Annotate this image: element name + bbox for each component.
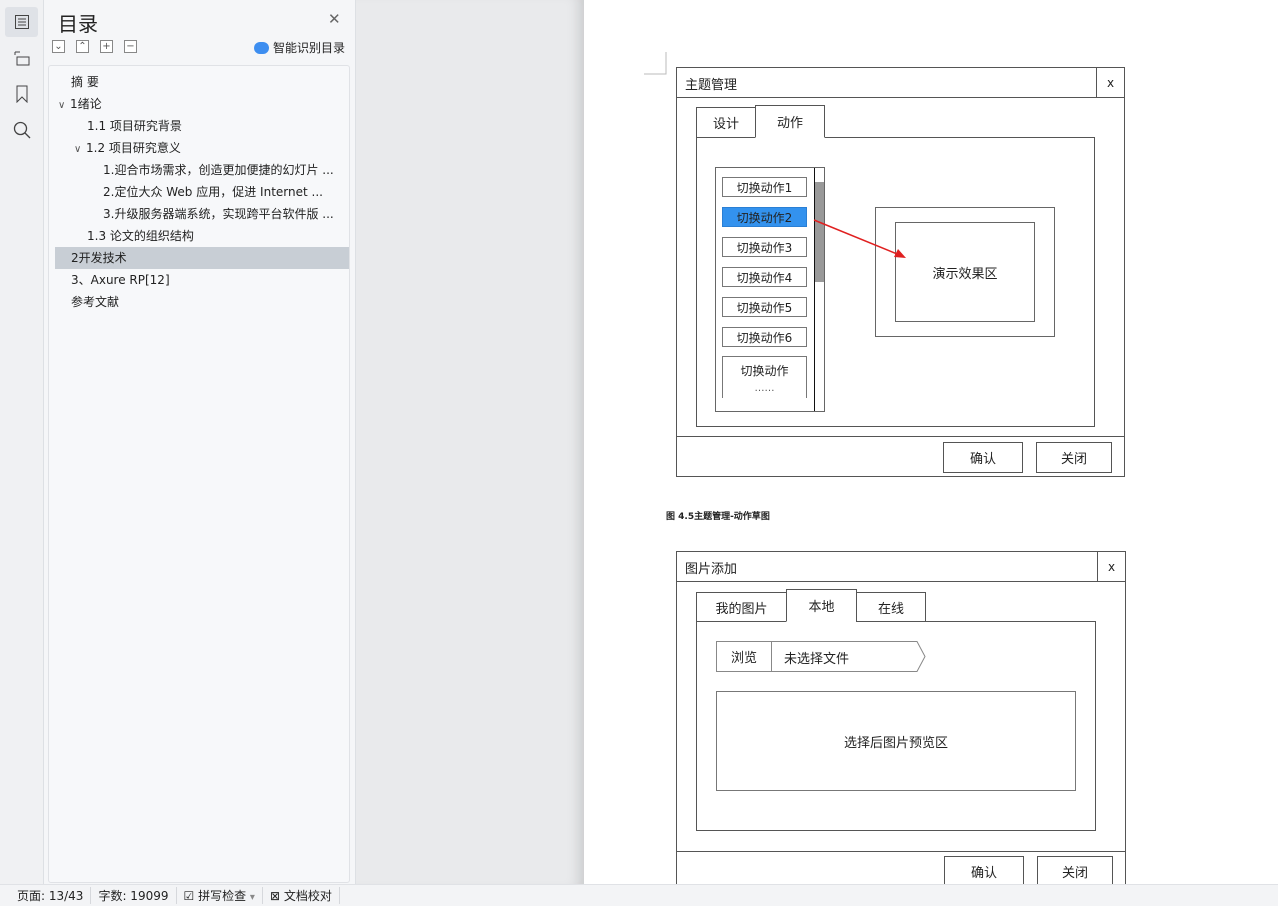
toc-item-label: 1.3 论文的组织结构	[87, 229, 194, 243]
arrow-icon	[813, 219, 906, 258]
word-count[interactable]: 字数: 19099	[91, 887, 177, 904]
chevron-down-icon[interactable]: ∨	[58, 95, 70, 117]
tab-label: 在线	[877, 601, 904, 617]
image-dialog-titlebar	[676, 551, 1126, 582]
toc-tree: 摘 要 ∨ 1绪论 1.1 项目研究背景 ∨ 1.2 项目研究意义 1.迎合市场需求，创造更…	[48, 65, 350, 883]
file-field-text: 未选择文件	[784, 651, 850, 666]
toc-item-label: 3.升级服务器端系统，实现跨平台软件版 ...	[103, 207, 334, 221]
action-item[interactable]: 切换动作4	[722, 267, 807, 287]
toc-item[interactable]: 3.升级服务器端系统，实现跨平台软件版 ...	[49, 203, 343, 225]
confirm-button[interactable]: 确认	[943, 442, 1023, 473]
tab-online[interactable]: 在线	[856, 592, 926, 622]
tab-local[interactable]: 本地	[786, 589, 857, 622]
chevron-down-icon[interactable]: ∨	[74, 139, 86, 161]
toc-panel: 目录 ✕ ⌄ ⌃ + − 智能识别目录 摘 要 ∨ 1绪论 1.1 项目研究背景 ∨ 1.…	[44, 0, 356, 884]
spell-check-label: 拼写检查	[198, 889, 247, 903]
toc-item[interactable]: ∨ 1.2 项目研究意义	[49, 137, 343, 159]
button-label: 浏览	[730, 651, 757, 666]
toc-item[interactable]: 1.1 项目研究背景	[49, 115, 343, 137]
toc-item-label: 1.1 项目研究背景	[87, 119, 182, 133]
item-label: 切换动作	[740, 364, 789, 378]
action-item[interactable]: 切换动作6	[722, 327, 807, 347]
side-icon-bar	[0, 0, 44, 884]
dialog-title: 图片添加	[685, 561, 738, 576]
action-item[interactable]: 切换动作2	[722, 207, 807, 227]
image-preview-area: 选择后图片预览区	[716, 691, 1076, 791]
close-dialog-button[interactable]: 关闭	[1036, 442, 1112, 473]
proofread-label: 文档校对	[283, 889, 332, 903]
smart-toc-label: 智能识别目录	[273, 41, 346, 55]
dialog-title: 主题管理	[685, 77, 738, 92]
smart-toc-button[interactable]: 智能识别目录	[254, 39, 345, 56]
toc-item-label: 1绪论	[70, 97, 102, 111]
remove-level-button[interactable]: −	[124, 40, 137, 53]
toc-item[interactable]: ∨ 1绪论	[49, 93, 343, 115]
footer-divider	[676, 851, 1126, 852]
toc-item[interactable]: 1.3 论文的组织结构	[49, 225, 343, 247]
page-gutter	[356, 0, 584, 884]
preview-label: 选择后图片预览区	[843, 735, 948, 751]
toc-item[interactable]: 2开发技术	[55, 247, 349, 269]
toc-item-label: 2.定位大众 Web 应用，促进 Internet ...	[103, 185, 323, 199]
close-label: x	[1106, 75, 1115, 90]
spell-check-button[interactable]: ☑ 拼写检查 ▾	[177, 887, 263, 904]
toc-item[interactable]: 参考文献	[49, 291, 343, 313]
close-label: x	[1107, 559, 1116, 574]
button-label: 确认	[970, 866, 997, 881]
toc-item-label: 1.迎合市场需求，创造更加便捷的幻灯片 ...	[103, 163, 334, 177]
footer-divider	[676, 436, 1125, 437]
button-label: 确认	[969, 452, 996, 467]
button-label: 关闭	[1060, 452, 1087, 467]
expand-up-button[interactable]: ⌃	[76, 40, 89, 53]
search-icon[interactable]	[5, 115, 38, 145]
proofread-button[interactable]: ⊠ 文档校对	[263, 887, 340, 904]
tab-design[interactable]: 设计	[696, 107, 756, 138]
outline-icon[interactable]	[5, 43, 38, 73]
tab-my-images[interactable]: 我的图片	[696, 592, 787, 622]
browse-button[interactable]: 浏览	[716, 641, 772, 672]
toc-item[interactable]: 摘 要	[49, 71, 343, 93]
toc-item[interactable]: 2.定位大众 Web 应用，促进 Internet ...	[49, 181, 343, 203]
tab-label: 我的图片	[715, 601, 768, 617]
bookmark-icon[interactable]	[5, 79, 38, 109]
toc-item-label: 参考文献	[71, 295, 120, 309]
close-button[interactable]: x	[1097, 551, 1126, 582]
figure-caption: 图 4.5主题管理-动作草图	[666, 512, 770, 522]
toc-item[interactable]: 3、Axure RP[12]	[49, 269, 343, 291]
toc-item-label: 1.2 项目研究意义	[86, 141, 181, 155]
tab-action[interactable]: 动作	[755, 105, 825, 138]
theme-dialog-titlebar	[676, 67, 1125, 98]
toc-item-label: 摘 要	[71, 75, 99, 89]
preview-label: 演示效果区	[932, 266, 998, 282]
close-dialog-button[interactable]: 关闭	[1037, 856, 1113, 887]
button-label: 关闭	[1061, 866, 1088, 881]
confirm-button[interactable]: 确认	[944, 856, 1024, 887]
ai-icon	[254, 41, 269, 54]
toc-icon[interactable]	[5, 7, 38, 37]
toc-item-label: 3、Axure RP[12]	[71, 273, 170, 287]
page-count[interactable]: 页面: 13/43	[10, 887, 92, 904]
add-level-button[interactable]: +	[100, 40, 113, 53]
action-item-more[interactable]: 切换动作 ……	[722, 356, 807, 398]
close-button[interactable]: x	[1096, 67, 1125, 98]
preview-area: 演示效果区	[895, 222, 1035, 322]
toc-item-label: 2开发技术	[71, 251, 127, 265]
status-bar: 页面: 13/43 字数: 19099 ☑ 拼写检查 ▾ ⊠ 文档校对	[0, 884, 1278, 906]
tab-label: 本地	[808, 600, 835, 615]
item-ellipsis: ……	[754, 383, 775, 394]
action-item[interactable]: 切换动作1	[722, 177, 807, 197]
toc-item[interactable]: 1.迎合市场需求，创造更加便捷的幻灯片 ...	[49, 159, 343, 181]
tab-label: 设计	[712, 117, 739, 132]
action-item[interactable]: 切换动作3	[722, 237, 807, 257]
close-icon[interactable]: ✕	[328, 10, 341, 28]
collapse-all-button[interactable]: ⌄	[52, 40, 65, 53]
page-corner-mark	[644, 52, 667, 75]
tab-label: 动作	[776, 116, 803, 131]
action-item[interactable]: 切换动作5	[722, 297, 807, 317]
toc-title: 目录	[58, 12, 98, 36]
